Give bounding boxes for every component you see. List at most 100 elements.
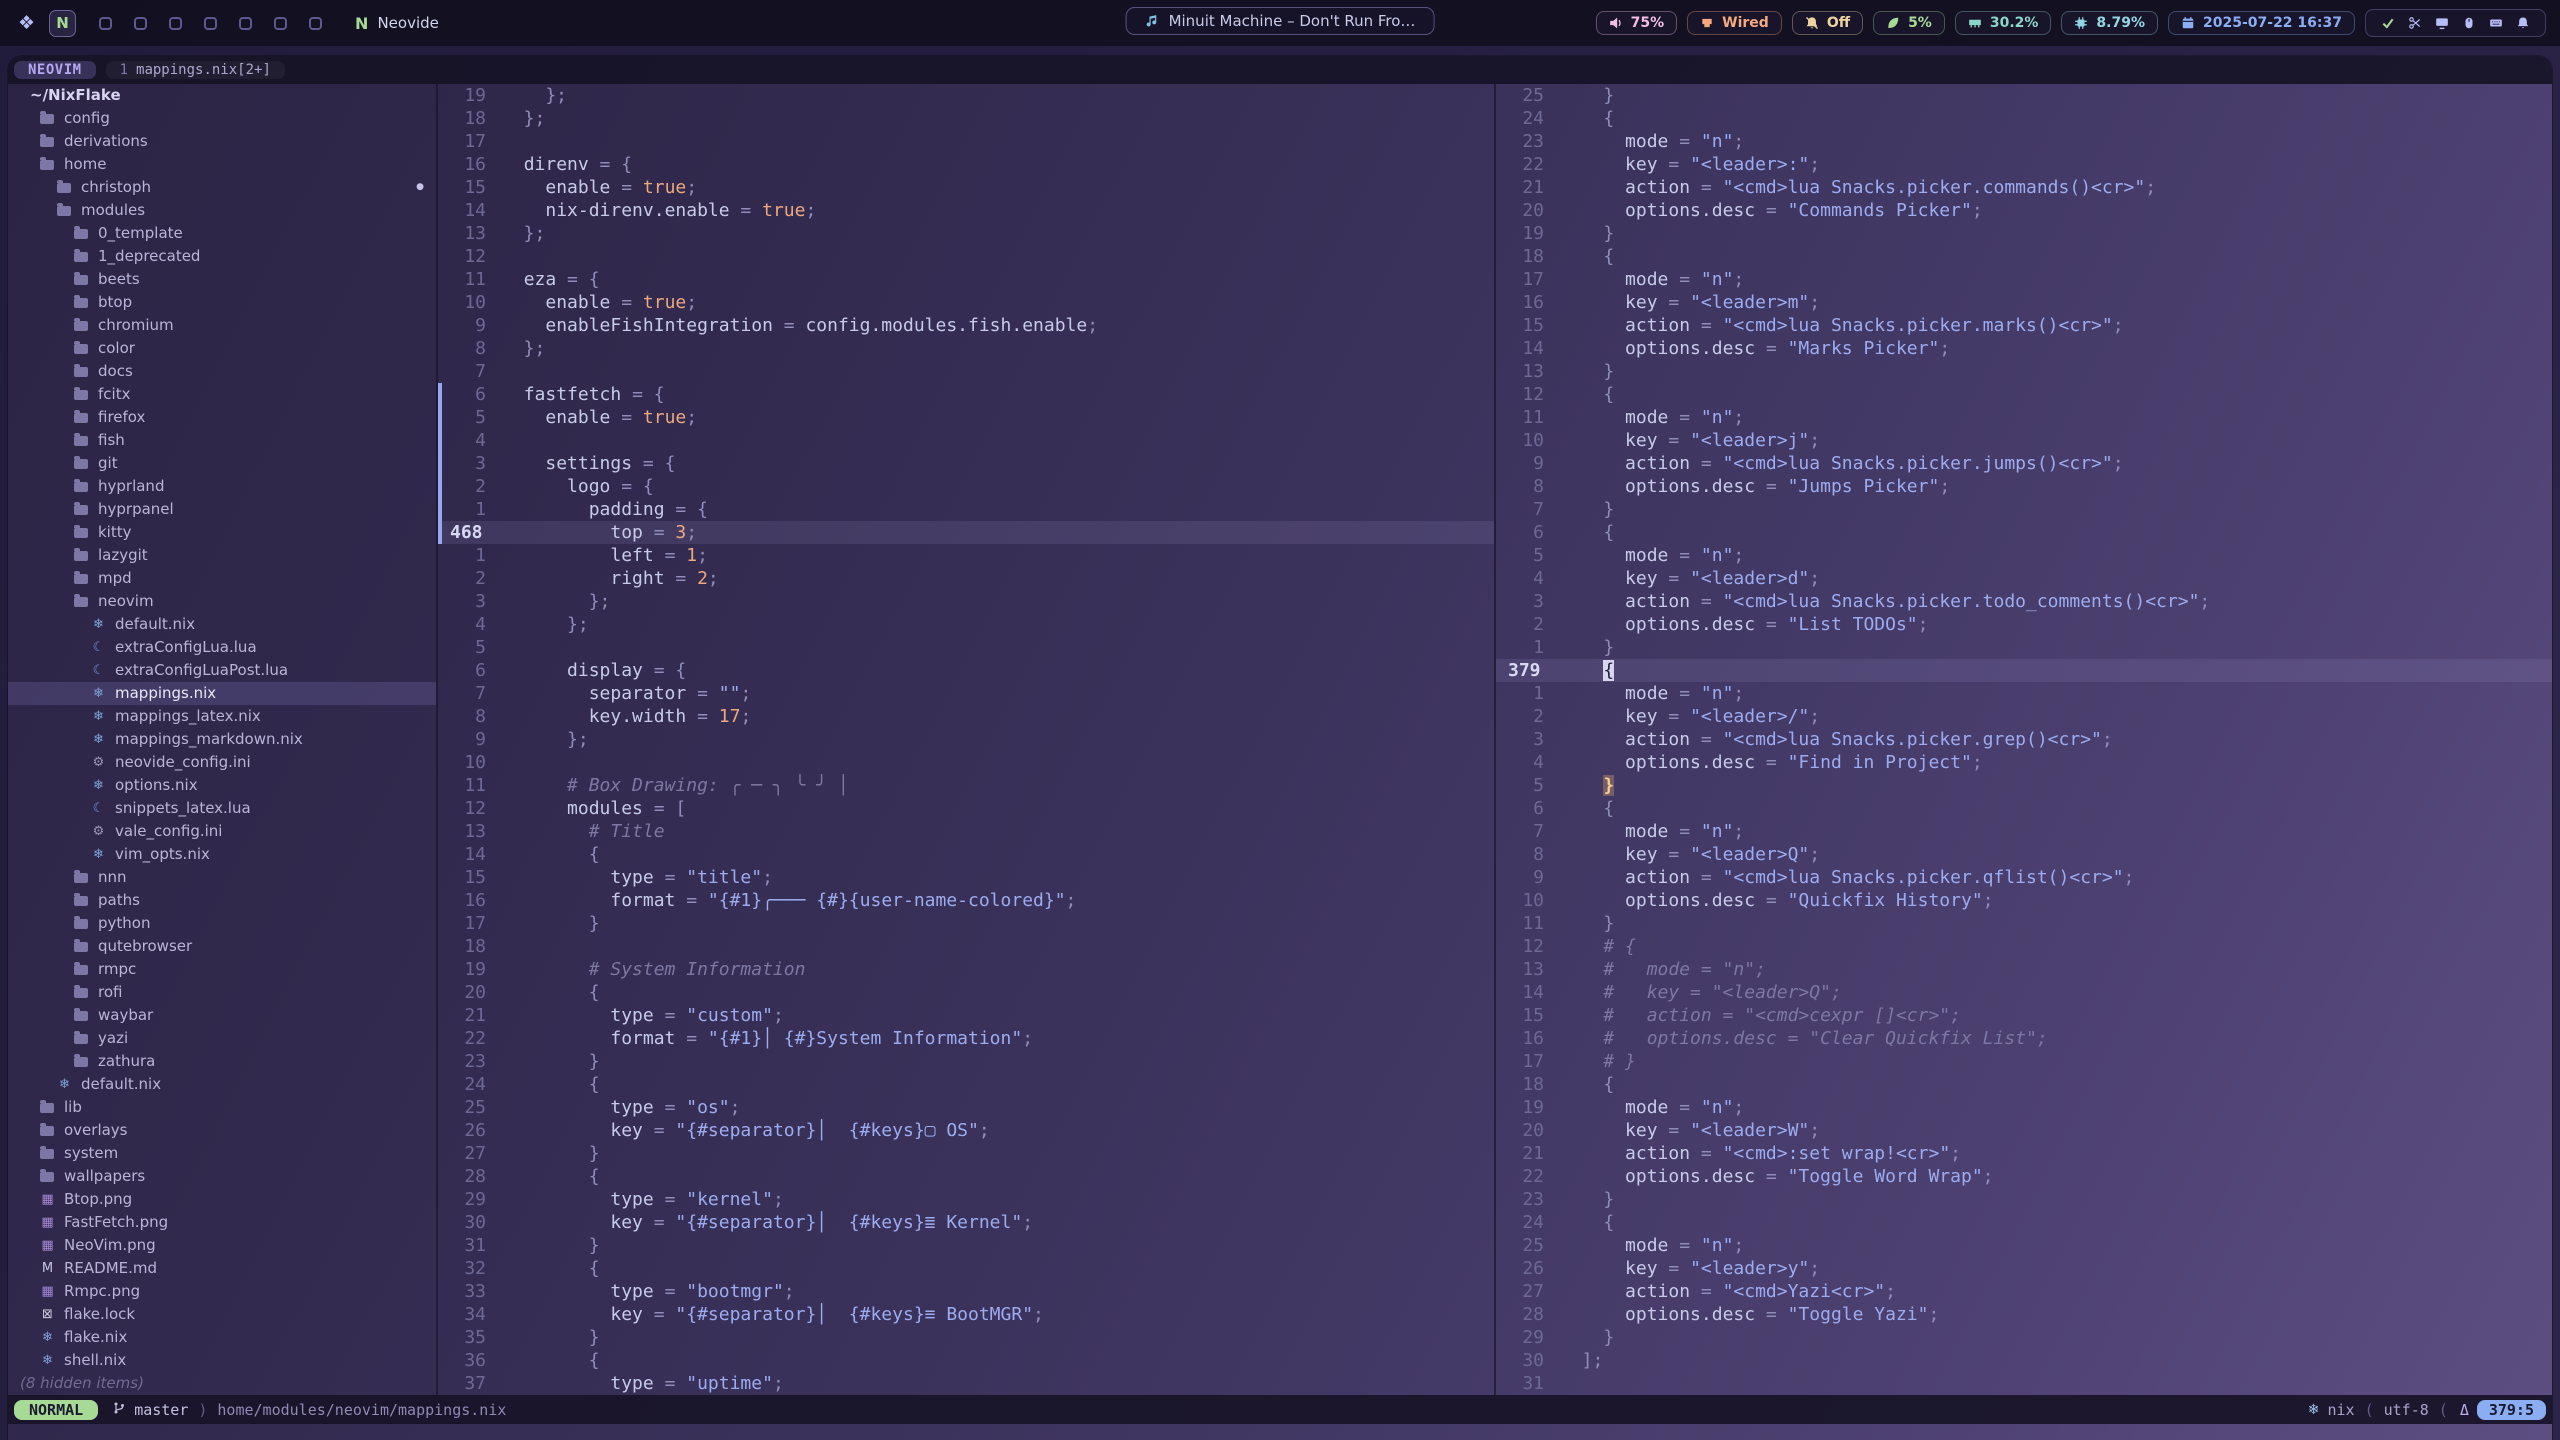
code-line[interactable]: 28 { bbox=[438, 1165, 1494, 1188]
code-line[interactable]: 31 } bbox=[438, 1234, 1494, 1257]
code-line[interactable]: 11 # Box Drawing: ╭ ─ ╮ ╰ ╯ │ bbox=[438, 774, 1494, 797]
code-line[interactable]: 20 { bbox=[438, 981, 1494, 1004]
code-line[interactable]: 6 { bbox=[1496, 521, 2552, 544]
tree-item-options-nix[interactable]: ❄options.nix bbox=[8, 774, 436, 797]
tree-item-modules[interactable]: modules bbox=[8, 199, 436, 222]
code-line[interactable]: 17 # } bbox=[1496, 1050, 2552, 1073]
code-line[interactable]: 24 { bbox=[1496, 1211, 2552, 1234]
tree-item-extraconfiglua-lua[interactable]: ☾extraConfigLua.lua bbox=[8, 636, 436, 659]
tree-item-nnn[interactable]: nnn bbox=[8, 866, 436, 889]
code-line[interactable]: 20 options.desc = "Commands Picker"; bbox=[1496, 199, 2552, 222]
code-line[interactable]: 21 action = "<cmd>:set wrap!<cr>"; bbox=[1496, 1142, 2552, 1165]
code-line[interactable]: 2 logo = { bbox=[438, 475, 1494, 498]
code-line[interactable]: 5 } bbox=[1496, 774, 2552, 797]
code-line[interactable]: 20 key = "<leader>W"; bbox=[1496, 1119, 2552, 1142]
tree-item-color[interactable]: color bbox=[8, 337, 436, 360]
code-line[interactable]: 14 { bbox=[438, 843, 1494, 866]
code-line[interactable]: 3 action = "<cmd>lua Snacks.picker.todo_… bbox=[1496, 590, 2552, 613]
workspace-active[interactable]: N bbox=[49, 10, 76, 37]
scissors-icon[interactable] bbox=[2408, 16, 2422, 30]
code-line[interactable]: 13 # Title bbox=[438, 820, 1494, 843]
tree-item-default-nix[interactable]: ❄default.nix bbox=[8, 1073, 436, 1096]
tree-item-fish[interactable]: fish bbox=[8, 429, 436, 452]
code-line[interactable]: 33 type = "bootmgr"; bbox=[438, 1280, 1494, 1303]
code-line[interactable]: 1 } bbox=[1496, 636, 2552, 659]
tree-item-shell-nix[interactable]: ❄shell.nix bbox=[8, 1349, 436, 1372]
tree-item-rmpc-png[interactable]: ▦Rmpc.png bbox=[8, 1280, 436, 1303]
code-line[interactable]: 18 }; bbox=[438, 107, 1494, 130]
module-notifications[interactable]: Off bbox=[1792, 11, 1863, 35]
code-line[interactable]: 9 }; bbox=[438, 728, 1494, 751]
code-line[interactable]: 25 mode = "n"; bbox=[1496, 1234, 2552, 1257]
mouse-icon[interactable] bbox=[2462, 16, 2476, 30]
tree-item-vim-opts-nix[interactable]: ❄vim_opts.nix bbox=[8, 843, 436, 866]
workspace-empty[interactable] bbox=[134, 17, 147, 30]
module-power-profile[interactable]: 5% bbox=[1873, 11, 1945, 35]
code-line[interactable]: 7 } bbox=[1496, 498, 2552, 521]
tab-mappings-nix[interactable]: 1 mappings.nix[2+] bbox=[106, 61, 285, 79]
code-line[interactable]: 15 type = "title"; bbox=[438, 866, 1494, 889]
tree-item-christoph[interactable]: christoph● bbox=[8, 176, 436, 199]
code-line[interactable]: 11 } bbox=[1496, 912, 2552, 935]
code-line[interactable]: 24 { bbox=[438, 1073, 1494, 1096]
tree-item-flake-nix[interactable]: ❄flake.nix bbox=[8, 1326, 436, 1349]
module-volume[interactable]: 75% bbox=[1596, 11, 1678, 35]
code-line[interactable]: 13 } bbox=[1496, 360, 2552, 383]
code-line[interactable]: 21 action = "<cmd>lua Snacks.picker.comm… bbox=[1496, 176, 2552, 199]
code-line[interactable]: 22 options.desc = "Toggle Word Wrap"; bbox=[1496, 1165, 2552, 1188]
code-line[interactable]: 23 mode = "n"; bbox=[1496, 130, 2552, 153]
bell-icon[interactable] bbox=[2516, 16, 2530, 30]
code-line[interactable]: 27 } bbox=[438, 1142, 1494, 1165]
workspace-empty[interactable] bbox=[239, 17, 252, 30]
code-line[interactable]: 15 action = "<cmd>lua Snacks.picker.mark… bbox=[1496, 314, 2552, 337]
tree-item-mappings-markdown-nix[interactable]: ❄mappings_markdown.nix bbox=[8, 728, 436, 751]
code-line[interactable]: 17 bbox=[438, 130, 1494, 153]
module-network[interactable]: Wired bbox=[1687, 11, 1782, 35]
tree-item-0-template[interactable]: 0_template bbox=[8, 222, 436, 245]
tree-item-rmpc[interactable]: rmpc bbox=[8, 958, 436, 981]
code-line[interactable]: 7 mode = "n"; bbox=[1496, 820, 2552, 843]
tree-item-derivations[interactable]: derivations bbox=[8, 130, 436, 153]
code-line[interactable]: 16 format = "{#1}╭─── {#}{user-name-colo… bbox=[438, 889, 1494, 912]
code-line[interactable]: 31 bbox=[1496, 1372, 2552, 1395]
tree-item-extraconfigluapost-lua[interactable]: ☾extraConfigLuaPost.lua bbox=[8, 659, 436, 682]
code-line[interactable]: 5 mode = "n"; bbox=[1496, 544, 2552, 567]
tree-item-lib[interactable]: lib bbox=[8, 1096, 436, 1119]
code-line[interactable]: 16 # options.desc = "Clear Quickfix List… bbox=[1496, 1027, 2552, 1050]
editor-pane-left[interactable]: 19 };18 };1716 direnv = {15 enable = tru… bbox=[438, 84, 1494, 1395]
code-line[interactable]: 4 key = "<leader>d"; bbox=[1496, 567, 2552, 590]
code-line[interactable]: 30 ]; bbox=[1496, 1349, 2552, 1372]
code-line[interactable]: 10 key = "<leader>j"; bbox=[1496, 429, 2552, 452]
code-line[interactable]: 12 bbox=[438, 245, 1494, 268]
code-line[interactable]: 14 nix-direnv.enable = true; bbox=[438, 199, 1494, 222]
code-line[interactable]: 8 key = "<leader>Q"; bbox=[1496, 843, 2552, 866]
tree-item-btop-png[interactable]: ▦Btop.png bbox=[8, 1188, 436, 1211]
code-line[interactable]: 8 }; bbox=[438, 337, 1494, 360]
code-line[interactable]: 16 key = "<leader>m"; bbox=[1496, 291, 2552, 314]
tree-item-home[interactable]: home bbox=[8, 153, 436, 176]
tree-item-fastfetch-png[interactable]: ▦FastFetch.png bbox=[8, 1211, 436, 1234]
module-cpu[interactable]: 8.79% bbox=[2061, 11, 2158, 35]
workspace-empty[interactable] bbox=[204, 17, 217, 30]
code-line[interactable]: 7 bbox=[438, 360, 1494, 383]
code-line[interactable]: 8 key.width = 17; bbox=[438, 705, 1494, 728]
code-line[interactable]: 17 } bbox=[438, 912, 1494, 935]
code-line[interactable]: 18 { bbox=[1496, 245, 2552, 268]
tree-item-fcitx[interactable]: fcitx bbox=[8, 383, 436, 406]
code-line[interactable]: 19 mode = "n"; bbox=[1496, 1096, 2552, 1119]
code-line[interactable]: 21 type = "custom"; bbox=[438, 1004, 1494, 1027]
tree-item-zathura[interactable]: zathura bbox=[8, 1050, 436, 1073]
code-line[interactable]: 379 { bbox=[1496, 659, 2552, 682]
code-line[interactable]: 4 }; bbox=[438, 613, 1494, 636]
code-line[interactable]: 6 display = { bbox=[438, 659, 1494, 682]
code-line[interactable]: 10 options.desc = "Quickfix History"; bbox=[1496, 889, 2552, 912]
tree-item-default-nix[interactable]: ❄default.nix bbox=[8, 613, 436, 636]
tree-item-neovide-config-ini[interactable]: ⚙neovide_config.ini bbox=[8, 751, 436, 774]
code-line[interactable]: 11 eza = { bbox=[438, 268, 1494, 291]
code-line[interactable]: 1 left = 1; bbox=[438, 544, 1494, 567]
code-line[interactable]: 11 mode = "n"; bbox=[1496, 406, 2552, 429]
code-line[interactable]: 13 # mode = "n"; bbox=[1496, 958, 2552, 981]
tree-item-system[interactable]: system bbox=[8, 1142, 436, 1165]
tree-item-lazygit[interactable]: lazygit bbox=[8, 544, 436, 567]
code-line[interactable]: 12 { bbox=[1496, 383, 2552, 406]
